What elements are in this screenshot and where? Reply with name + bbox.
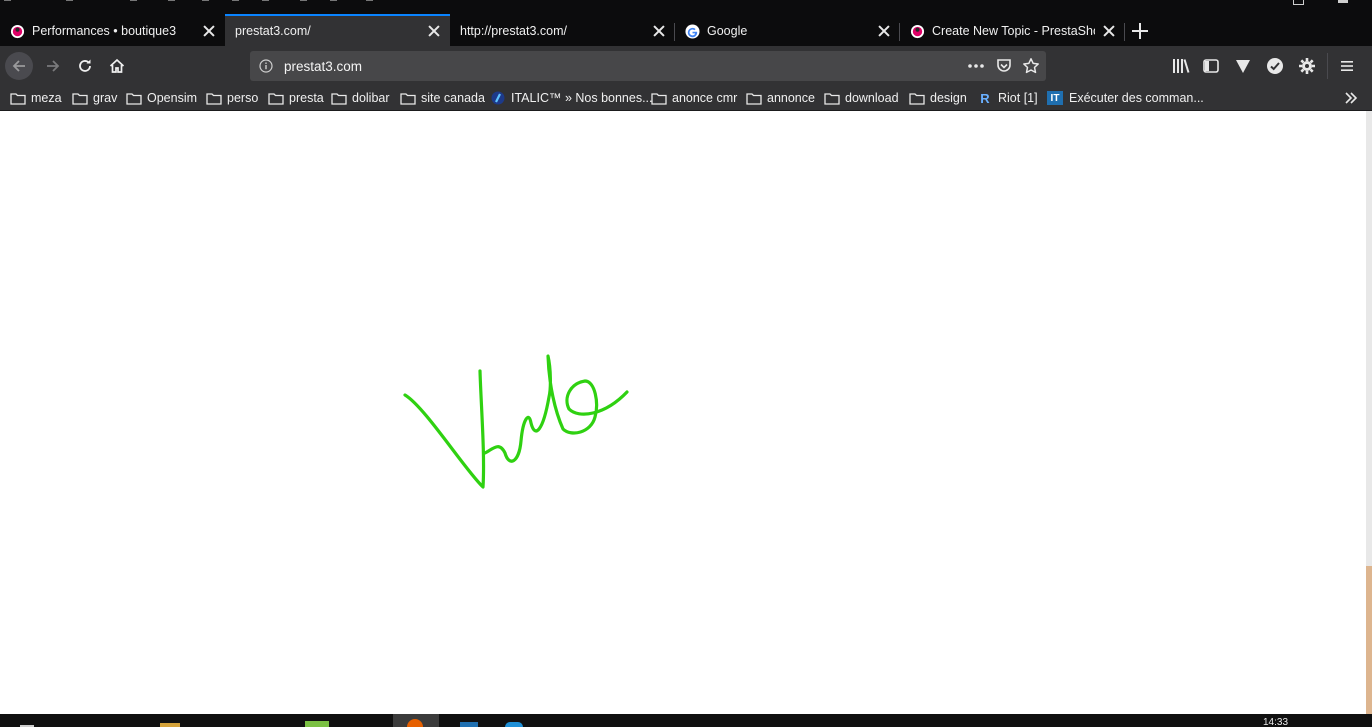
back-button[interactable] (5, 52, 33, 80)
tab-title: http://prestat3.com/ (460, 24, 567, 38)
menu-icon[interactable] (1338, 57, 1356, 75)
bookmark-label: perso (227, 91, 259, 105)
navigation-toolbar: prestat3.com (0, 46, 1372, 86)
restore-window-button[interactable] (1285, 0, 1313, 6)
prestashop-icon (910, 24, 925, 38)
bookmark-label: dolibar (352, 91, 390, 105)
firefox-taskbar-button[interactable] (393, 714, 439, 727)
bookmark-label: download (845, 91, 899, 105)
library-icon[interactable] (1171, 57, 1191, 75)
bookmark-label: site canada (421, 91, 485, 105)
vscode-icon[interactable] (460, 722, 478, 727)
bookmark-riot[interactable]: R Riot [1] (978, 90, 1038, 106)
chevron-double-right-icon[interactable] (1344, 91, 1358, 105)
tab-performances[interactable]: Performances • boutique3 (0, 16, 225, 46)
bookmark-label: presta (289, 91, 324, 105)
bookmark-label: Exécuter des comman... (1069, 91, 1204, 105)
bookmark-annonce[interactable]: annonce (746, 90, 815, 106)
app-icon[interactable] (305, 721, 329, 727)
tab-create-new-topic[interactable]: Create New Topic - PrestaShop (900, 16, 1125, 46)
gear-icon[interactable] (1298, 57, 1316, 75)
folder-icon (268, 92, 284, 105)
bookmark-grav[interactable]: grav (72, 90, 117, 106)
tab-title: Create New Topic - PrestaShop (932, 24, 1095, 38)
arrow-left-icon (12, 60, 25, 72)
bookmark-label: design (930, 91, 967, 105)
folder-icon (909, 92, 925, 105)
bookmark-download[interactable]: download (824, 90, 899, 106)
bookmark-label: meza (31, 91, 62, 105)
info-icon[interactable] (259, 59, 273, 73)
bookmark-dolibar[interactable]: dolibar (331, 90, 390, 106)
home-button[interactable] (103, 52, 131, 80)
close-tab-icon[interactable] (878, 25, 890, 37)
reload-button[interactable] (71, 52, 99, 80)
bookmark-label: grav (93, 91, 118, 105)
close-tab-icon[interactable] (203, 25, 215, 37)
italic-site-icon (491, 91, 505, 105)
arrow-right-icon (47, 60, 60, 72)
sidebar-icon[interactable] (1202, 57, 1220, 75)
riot-icon: R (980, 90, 990, 106)
handwritten-signature (403, 354, 629, 489)
bookmark-label: anonce cmr (672, 91, 738, 105)
bookmarks-toolbar: meza grav Opensim perso presta dolibar s… (0, 86, 1372, 111)
tab-title: prestat3.com/ (235, 24, 311, 38)
bookmark-label: ITALIC™ » Nos bonnes... (511, 91, 653, 105)
window-title-bar (0, 0, 1372, 5)
folder-icon (72, 92, 88, 105)
address-bar[interactable]: prestat3.com (250, 51, 1046, 81)
bookmark-star-icon[interactable] (1022, 57, 1040, 75)
bookmark-label: Riot [1] (998, 91, 1038, 105)
tab-title: Performances • boutique3 (32, 24, 177, 38)
folder-icon (651, 92, 667, 105)
prestashop-icon (10, 24, 25, 38)
forward-button[interactable] (39, 52, 67, 80)
vpn-extension-icon[interactable] (1234, 57, 1252, 75)
new-tab-button[interactable] (1129, 20, 1151, 42)
bookmark-label: annonce (767, 91, 815, 105)
close-window-button[interactable] (1330, 0, 1358, 6)
bookmark-anonce-cmr[interactable]: anonce cmr (651, 90, 737, 106)
folder-icon (10, 92, 26, 105)
bookmark-italic[interactable]: ITALIC™ » Nos bonnes... (491, 90, 653, 106)
file-explorer-icon[interactable] (160, 723, 180, 727)
page-content (0, 111, 1366, 715)
folder-icon (824, 92, 840, 105)
url-text[interactable]: prestat3.com (284, 59, 362, 74)
bookmark-perso[interactable]: perso (206, 90, 258, 106)
taskbar-clock[interactable]: 14:33 (1263, 717, 1288, 728)
close-tab-icon[interactable] (653, 25, 665, 37)
bookmark-executer[interactable]: IT Exécuter des comman... (1047, 90, 1204, 106)
check-extension-icon[interactable] (1266, 57, 1284, 75)
tab-prestat3[interactable]: prestat3.com/ (225, 14, 450, 46)
bookmark-design[interactable]: design (909, 90, 967, 106)
edge-icon[interactable] (505, 722, 523, 727)
close-tab-icon[interactable] (1103, 25, 1115, 37)
google-icon (685, 23, 700, 39)
scrollbar[interactable] (1366, 111, 1372, 716)
page-actions-icon[interactable] (966, 57, 986, 75)
folder-icon (206, 92, 222, 105)
tab-google[interactable]: Google (675, 16, 900, 46)
tab-strip: Performances • boutique3 prestat3.com/ h… (0, 0, 1372, 46)
folder-icon (331, 92, 347, 105)
bookmark-presta[interactable]: presta (268, 90, 324, 106)
folder-icon (746, 92, 762, 105)
tab-http-prestat3[interactable]: http://prestat3.com/ (450, 16, 675, 46)
close-tab-icon[interactable] (428, 25, 440, 37)
folder-icon (126, 92, 142, 105)
bookmark-site-canada[interactable]: site canada (400, 90, 485, 106)
pocket-icon[interactable] (995, 57, 1013, 75)
bookmark-label: Opensim (147, 91, 198, 105)
bookmark-meza[interactable]: meza (10, 90, 62, 106)
home-icon (109, 58, 125, 73)
bookmark-opensim[interactable]: Opensim (126, 90, 197, 106)
folder-icon (400, 92, 416, 105)
it-icon: IT (1047, 91, 1063, 105)
reload-icon (79, 59, 91, 72)
tab-title: Google (707, 24, 748, 38)
windows-taskbar: 14:33 (0, 714, 1372, 728)
